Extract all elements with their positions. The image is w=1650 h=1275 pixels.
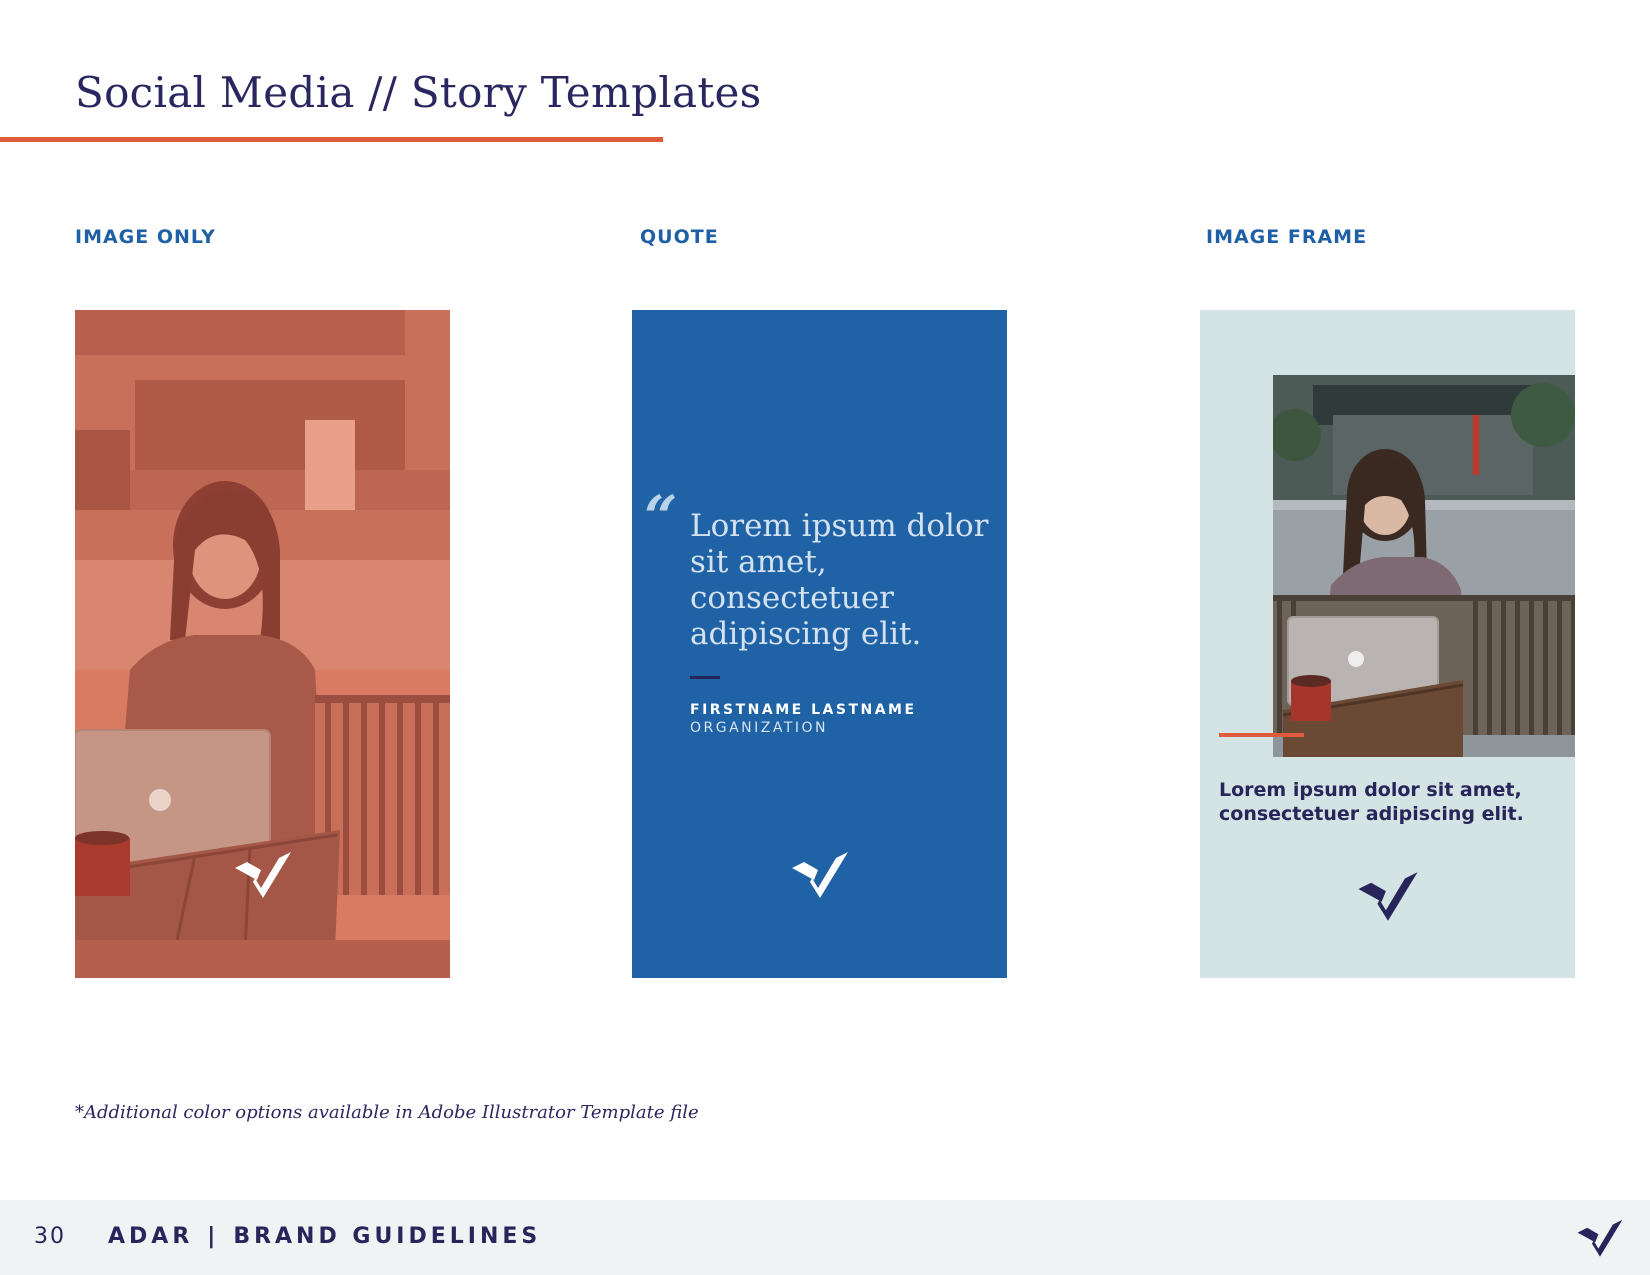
checkmark-logo-icon (792, 852, 848, 898)
label-image-frame: IMAGE FRAME (1206, 226, 1368, 248)
page-footer: 30 ADAR | BRAND GUIDELINES (0, 1200, 1650, 1275)
label-image-only: IMAGE ONLY (75, 226, 216, 248)
page-title: Social Media // Story Templates (75, 68, 762, 117)
quote-author-organization: ORGANIZATION (690, 720, 829, 736)
section-name: BRAND GUIDELINES (233, 1224, 542, 1249)
checkmark-logo-icon (1358, 872, 1418, 921)
brand-name: ADAR (108, 1224, 194, 1249)
story-template-image-only (75, 310, 450, 978)
photo-woman-laptop (1273, 375, 1575, 757)
frame-accent-line (1219, 733, 1304, 737)
story-template-quote: “ Lorem ipsum dolor sit amet, consectetu… (632, 310, 1007, 978)
title-underline (0, 137, 663, 142)
quote-author-name: FIRSTNAME LASTNAME (690, 702, 917, 718)
label-quote: QUOTE (640, 226, 719, 248)
brand-separator: | (207, 1224, 220, 1249)
story-template-image-frame: Lorem ipsum dolor sit amet, consectetuer… (1200, 310, 1575, 978)
checkmark-logo-icon (235, 852, 291, 898)
page-number: 30 (34, 1224, 66, 1249)
footnote: *Additional color options available in A… (75, 1102, 699, 1123)
quote-divider (690, 676, 720, 679)
frame-caption: Lorem ipsum dolor sit amet, consectetuer… (1219, 779, 1524, 825)
quote-text: Lorem ipsum dolor sit amet, consectetuer… (690, 508, 989, 652)
quote-mark-icon: “ (644, 483, 678, 551)
footer-brand: ADAR | BRAND GUIDELINES (108, 1224, 541, 1249)
checkmark-logo-icon (1577, 1219, 1623, 1257)
